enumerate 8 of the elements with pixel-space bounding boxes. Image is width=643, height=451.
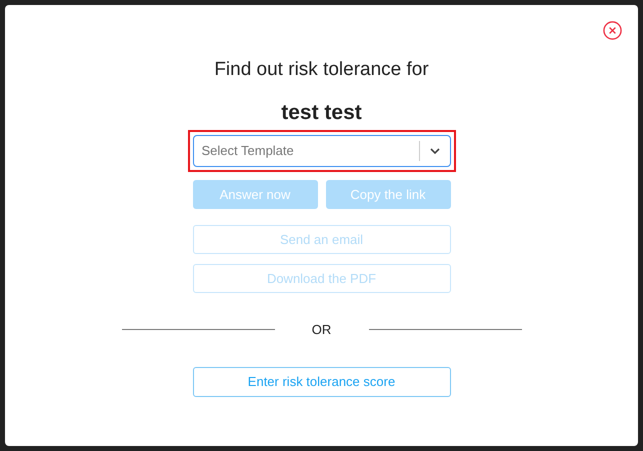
or-separator: OR <box>310 321 332 339</box>
dialog-title: Find out risk tolerance for <box>214 58 429 82</box>
client-name: test test <box>281 100 362 126</box>
chevron-down-icon <box>430 148 440 154</box>
close-icon[interactable] <box>603 21 622 40</box>
template-select[interactable]: Select Template <box>192 135 450 167</box>
select-placeholder: Select Template <box>200 142 295 160</box>
enter-score-button[interactable]: Enter risk tolerance score <box>192 366 450 396</box>
